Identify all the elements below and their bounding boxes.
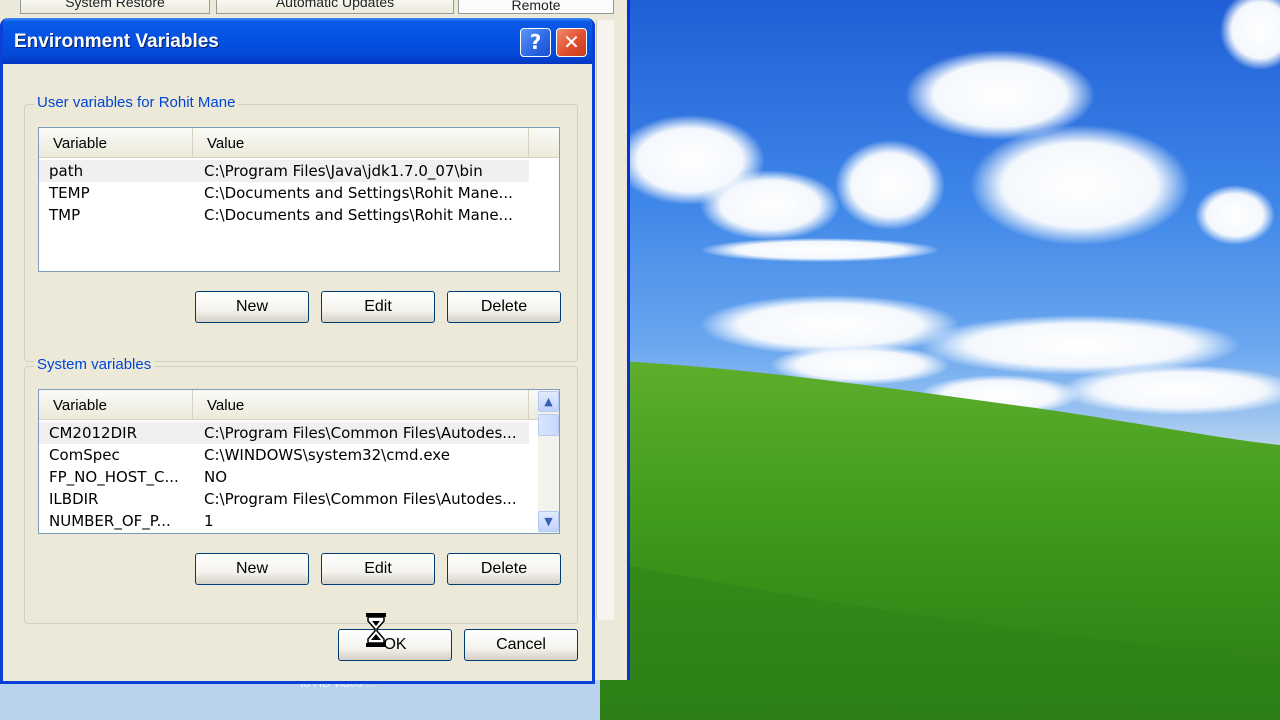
user-new-button[interactable]: New [195, 291, 309, 323]
hourglass-icon [366, 613, 386, 647]
row-value: NO [204, 468, 228, 486]
system-delete-button[interactable]: Delete [447, 553, 561, 585]
row-value: C:\Documents and Settings\Rohit Mane... [204, 206, 513, 224]
tab-system-restore[interactable]: System Restore [20, 0, 210, 14]
close-icon: ✕ [563, 30, 580, 54]
close-button[interactable]: ✕ [556, 28, 587, 57]
column-value[interactable]: Value [193, 390, 529, 419]
chevron-down-icon: ▼ [544, 515, 553, 528]
row-value: C:\Program Files\Common Files\Autodes... [204, 424, 517, 442]
table-row[interactable]: ComSpec C:\WINDOWS\system32\cmd.exe [39, 444, 529, 466]
background-panel-edge [596, 20, 614, 620]
scroll-down-button[interactable]: ▼ [538, 511, 559, 532]
row-value: C:\Documents and Settings\Rohit Mane... [204, 184, 513, 202]
table-row[interactable]: TEMP C:\Documents and Settings\Rohit Man… [39, 182, 529, 204]
table-row[interactable]: FP_NO_HOST_C... NO [39, 466, 529, 488]
ok-button[interactable]: OK [338, 629, 452, 661]
column-variable[interactable]: Variable [39, 390, 193, 419]
column-variable[interactable]: Variable [39, 128, 193, 157]
system-variables-list[interactable]: Variable Value CM2012DIR C:\Program File… [38, 389, 560, 534]
row-value: C:\WINDOWS\system32\cmd.exe [204, 446, 450, 464]
row-variable: TEMP [49, 184, 90, 202]
column-value[interactable]: Value [193, 128, 529, 157]
table-row[interactable]: NUMBER_OF_P... 1 [39, 510, 529, 532]
system-new-button[interactable]: New [195, 553, 309, 585]
cancel-button[interactable]: Cancel [464, 629, 578, 661]
row-variable: FP_NO_HOST_C... [49, 468, 179, 486]
user-variables-label: User variables for Rohit Mane [34, 94, 239, 111]
row-value: 1 [204, 512, 214, 530]
row-variable: CM2012DIR [49, 424, 137, 442]
row-variable: NUMBER_OF_P... [49, 512, 171, 530]
help-icon: ? [529, 30, 542, 54]
table-row[interactable]: CM2012DIR C:\Program Files\Common Files\… [39, 422, 529, 444]
tab-remote[interactable]: Remote [458, 0, 614, 14]
chevron-up-icon: ▲ [544, 395, 553, 408]
tab-automatic-updates[interactable]: Automatic Updates [216, 0, 454, 14]
list-header: Variable Value [39, 390, 538, 420]
table-row[interactable]: path C:\Program Files\Java\jdk1.7.0_07\b… [39, 160, 529, 182]
system-variables-label: System variables [34, 356, 155, 373]
help-button[interactable]: ? [520, 28, 551, 57]
list-header: Variable Value [39, 128, 559, 158]
row-variable: TMP [49, 206, 81, 224]
scroll-up-button[interactable]: ▲ [538, 391, 559, 412]
system-edit-button[interactable]: Edit [321, 553, 435, 585]
dialog-title: Environment Variables [14, 31, 219, 52]
row-value: C:\Program Files\Java\jdk1.7.0_07\bin [204, 162, 483, 180]
row-variable: path [49, 162, 84, 180]
row-value: C:\Program Files\Common Files\Autodes... [204, 490, 517, 508]
vertical-scrollbar[interactable]: ▲ ▼ [538, 390, 559, 533]
user-delete-button[interactable]: Delete [447, 291, 561, 323]
user-edit-button[interactable]: Edit [321, 291, 435, 323]
scroll-thumb[interactable] [538, 414, 559, 436]
user-variables-list[interactable]: Variable Value path C:\Program Files\Jav… [38, 127, 560, 272]
table-row[interactable]: TMP C:\Documents and Settings\Rohit Mane… [39, 204, 529, 226]
row-variable: ComSpec [49, 446, 120, 464]
row-variable: ILBDIR [49, 490, 99, 508]
table-row[interactable]: ILBDIR C:\Program Files\Common Files\Aut… [39, 488, 529, 510]
title-bar[interactable]: Environment Variables ? ✕ [3, 18, 592, 64]
environment-variables-dialog: Environment Variables ? ✕ User variables… [0, 18, 595, 684]
